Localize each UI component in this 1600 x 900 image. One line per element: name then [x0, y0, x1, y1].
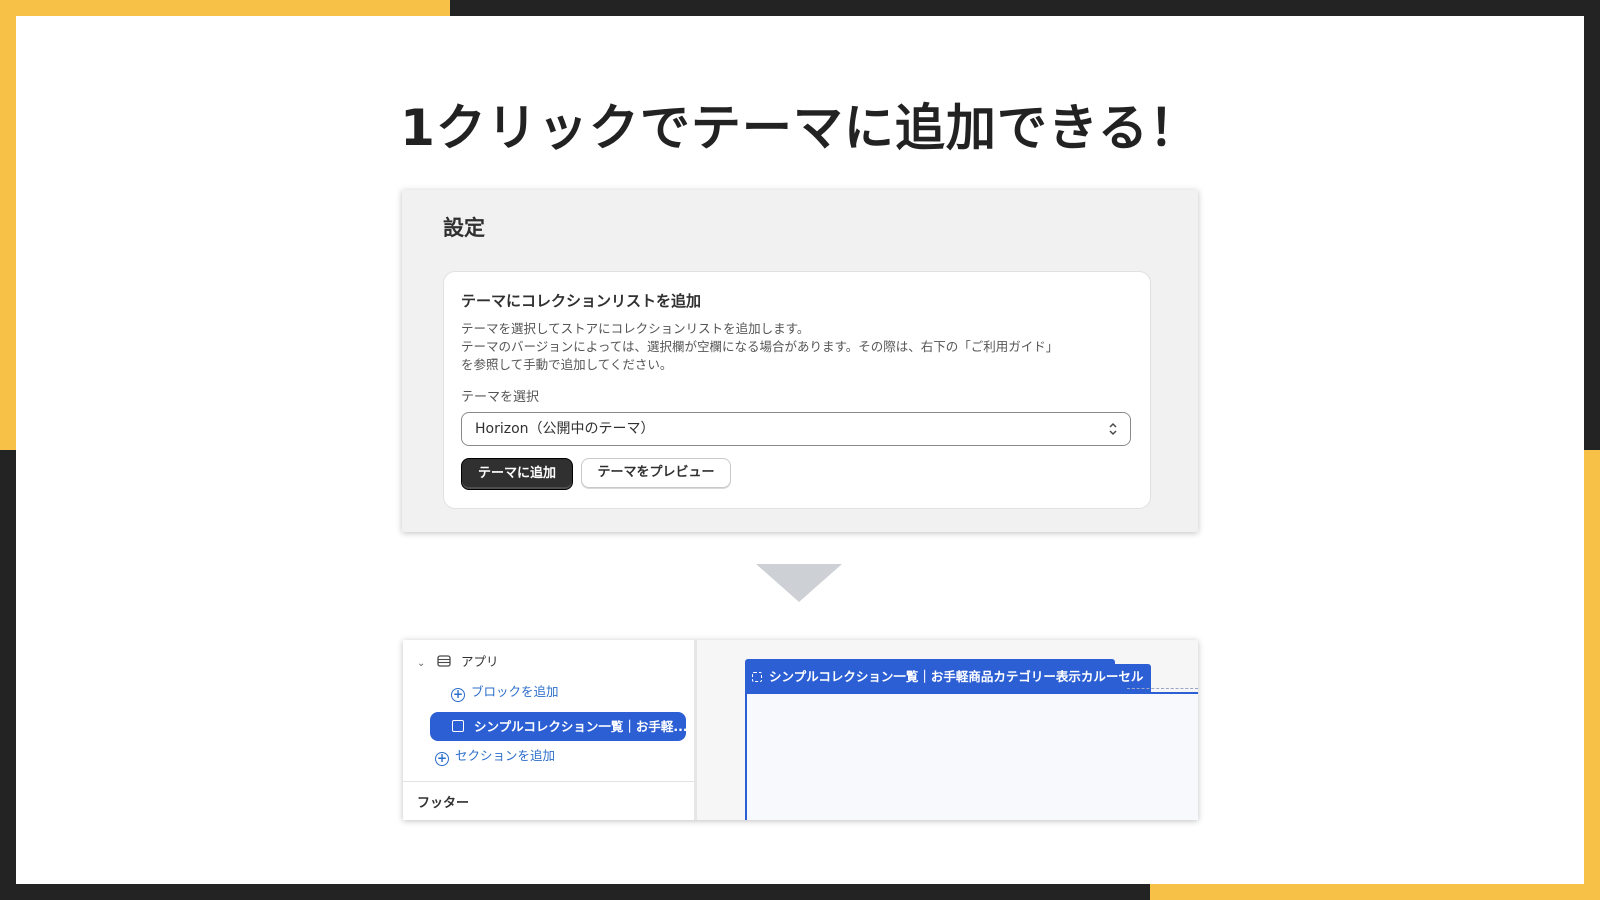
theme-select-label: テーマを選択 — [461, 390, 540, 405]
settings-card: テーマにコレクションリストを追加 テーマを選択してストアにコレクションリストを追… — [443, 271, 1151, 509]
selected-block-label: シンプルコレクション一覧｜お手軽... — [474, 719, 686, 734]
add-section-label: セクションを追加 — [455, 748, 556, 763]
card-description: テーマを選択してストアにコレクションリストを追加します。 テーマのバージョンによ… — [461, 320, 1131, 374]
editor-sidebar: ⌄ アプリ + ブロックを追加 シンプルコレクション一覧｜お手軽... + セクショ… — [403, 640, 697, 820]
chevron-up-down-icon — [1109, 422, 1117, 436]
description-line: テーマを選択してストアにコレクションリストを追加します。 — [461, 321, 810, 336]
settings-screenshot: 設定 テーマにコレクションリストを追加 テーマを選択してストアにコレクションリス… — [402, 190, 1198, 532]
accent-corner-right — [1584, 450, 1600, 900]
add-to-theme-button[interactable]: テーマに追加 — [461, 458, 573, 490]
theme-editor-screenshot: ⌄ アプリ + ブロックを追加 シンプルコレクション一覧｜お手軽... + セクショ… — [403, 640, 1198, 820]
chevron-down-icon: ⌄ — [417, 658, 426, 669]
tree-item-apps[interactable]: ⌄ アプリ — [417, 652, 498, 672]
add-block-link[interactable]: + ブロックを追加 — [451, 682, 559, 702]
selected-block-item[interactable]: シンプルコレクション一覧｜お手軽... — [430, 712, 686, 741]
editor-canvas: シンプルコレクション一覧｜お手軽商品カテゴリー表示カルーセル — [697, 640, 1198, 820]
canvas-dashed-outline — [1127, 688, 1198, 689]
accent-corner-bottom — [1150, 884, 1600, 900]
accent-corner-left — [0, 0, 16, 450]
slide: 1クリックでテーマに追加できる！ 設定 テーマにコレクションリストを追加 テーマ… — [16, 16, 1584, 884]
description-line: テーマのバージョンによっては、選択欄が空欄になる場合があります。その際は、右下の… — [461, 339, 1059, 354]
settings-heading: 設定 — [443, 216, 485, 240]
block-icon — [452, 720, 464, 732]
description-line: を参照して手動で追加してください。 — [461, 357, 673, 372]
theme-select[interactable]: Horizon（公開中のテーマ） — [461, 412, 1131, 446]
canvas-block-frame[interactable] — [745, 692, 1198, 820]
plus-circle-icon: + — [435, 751, 449, 766]
apps-icon — [437, 655, 451, 667]
preview-theme-button[interactable]: テーマをプレビュー — [581, 458, 731, 488]
add-block-label: ブロックを追加 — [471, 684, 559, 699]
tree-item-apps-label: アプリ — [460, 654, 499, 669]
accent-corner-top — [0, 0, 450, 16]
footer-group-label[interactable]: フッター — [417, 792, 469, 811]
sidebar-divider — [403, 781, 694, 782]
canvas-block-tab[interactable]: シンプルコレクション一覧｜お手軽商品カテゴリー表示カルーセル — [745, 664, 1152, 692]
slide-title: 1クリックでテーマに追加できる！ — [400, 99, 1200, 157]
canvas-block-tab-label: シンプルコレクション一覧｜お手軽商品カテゴリー表示カルーセル — [769, 669, 1144, 684]
down-arrow-icon — [756, 564, 842, 602]
card-title: テーマにコレクションリストを追加 — [461, 292, 702, 310]
selection-icon — [752, 672, 762, 682]
plus-circle-icon: + — [451, 687, 465, 702]
add-section-link[interactable]: + セクションを追加 — [435, 746, 555, 766]
theme-select-value: Horizon（公開中のテーマ） — [475, 421, 655, 437]
